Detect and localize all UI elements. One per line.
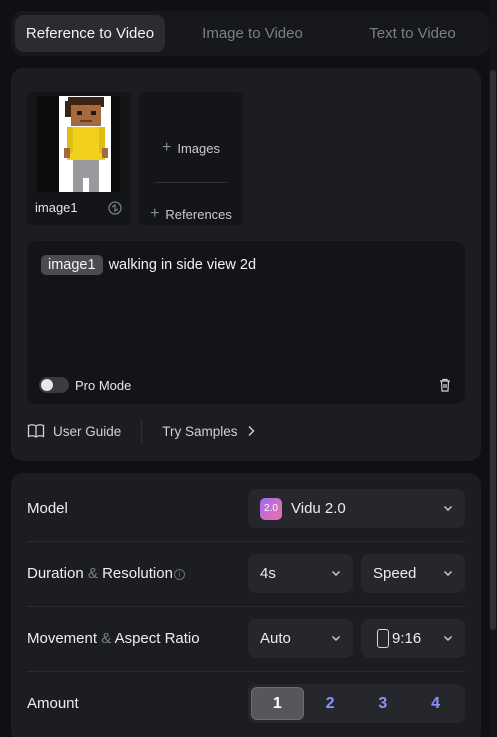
scrollbar-track[interactable] — [489, 0, 497, 737]
reference-card: image1 + Images + References image1 walk… — [11, 68, 481, 461]
amount-label: Amount — [27, 695, 79, 712]
amount-option-3[interactable]: 3 — [357, 687, 410, 720]
resolution-value: Speed — [373, 565, 417, 582]
model-select[interactable]: 2.0 Vidu 2.0 — [248, 489, 465, 528]
book-icon — [27, 424, 45, 438]
movement-aspect-label: Movement & Aspect Ratio — [27, 630, 200, 647]
add-references-label: References — [165, 206, 232, 222]
movement-select[interactable]: Auto — [248, 619, 353, 658]
ampersand: & — [87, 565, 98, 582]
model-label: Model — [27, 500, 68, 517]
duration-value: 4s — [260, 565, 276, 582]
prompt-content: image1 walking in side view 2d — [41, 255, 256, 275]
user-guide-label: User Guide — [53, 423, 122, 439]
portrait-ratio-icon — [377, 629, 389, 648]
prompt-textarea[interactable]: image1 walking in side view 2d Pro Mode — [27, 241, 465, 404]
chevron-down-icon — [444, 636, 452, 641]
chevron-down-icon — [332, 571, 340, 576]
add-images-button[interactable]: + Images — [139, 140, 243, 156]
add-reference-box: + Images + References — [139, 92, 243, 225]
reference-image — [37, 96, 120, 192]
duration-resolution-label: Duration & Resolution i — [27, 565, 185, 582]
replace-icon[interactable] — [107, 200, 123, 216]
chevron-down-icon — [444, 506, 452, 511]
aspect-ratio-select[interactable]: 9:16 — [361, 619, 465, 658]
user-guide-link[interactable]: User Guide — [27, 423, 121, 439]
amount-segmented-control: 1 2 3 4 — [248, 684, 465, 723]
model-value: Vidu 2.0 — [291, 500, 346, 517]
amount-option-4[interactable]: 4 — [409, 687, 462, 720]
reference-thumbnail[interactable]: image1 — [27, 92, 131, 225]
scrollbar-thumb[interactable] — [490, 70, 496, 630]
reference-thumbnail-label: image1 — [35, 200, 78, 215]
tab-reference-to-video[interactable]: Reference to Video — [15, 15, 165, 52]
amount-option-2[interactable]: 2 — [304, 687, 357, 720]
trash-icon[interactable] — [437, 377, 453, 393]
amount-option-1[interactable]: 1 — [251, 687, 304, 720]
movement-value: Auto — [260, 630, 291, 647]
plus-icon: + — [150, 205, 160, 222]
resolution-select[interactable]: Speed — [361, 554, 465, 593]
duration-select[interactable]: 4s — [248, 554, 353, 593]
duration-label: Duration — [27, 565, 84, 582]
chevron-down-icon — [332, 636, 340, 641]
chevron-right-icon — [248, 426, 255, 436]
info-icon[interactable]: i — [173, 568, 185, 580]
chevron-down-icon — [444, 571, 452, 576]
resolution-label: Resolution — [102, 565, 173, 582]
link-divider — [141, 419, 143, 443]
ampersand: & — [101, 630, 112, 647]
add-divider — [155, 182, 227, 183]
pixel-character-image — [37, 96, 120, 192]
plus-icon: + — [162, 139, 172, 156]
movement-label: Movement — [27, 630, 98, 647]
image-reference-chip[interactable]: image1 — [41, 255, 103, 275]
pro-mode-control: Pro Mode — [39, 377, 131, 393]
tab-image-to-video[interactable]: Image to Video — [165, 15, 340, 52]
add-references-button[interactable]: + References — [139, 206, 243, 222]
aspect-ratio-label: Aspect Ratio — [114, 630, 200, 647]
prompt-text: walking in side view 2d — [108, 257, 257, 273]
pro-mode-label: Pro Mode — [75, 377, 132, 393]
pro-mode-toggle[interactable] — [39, 377, 69, 393]
try-samples-link[interactable]: Try Samples — [162, 424, 255, 439]
settings-card: Model 2.0 Vidu 2.0 Duration & Resolution… — [11, 473, 481, 737]
vidu-logo-icon: 2.0 — [260, 497, 282, 520]
try-samples-label: Try Samples — [162, 423, 238, 439]
add-images-label: Images — [177, 140, 220, 156]
help-links: User Guide Try Samples — [27, 417, 465, 445]
tab-text-to-video[interactable]: Text to Video — [340, 15, 485, 52]
aspect-ratio-value: 9:16 — [392, 630, 422, 647]
mode-tabs: Reference to Video Image to Video Text t… — [11, 11, 489, 56]
